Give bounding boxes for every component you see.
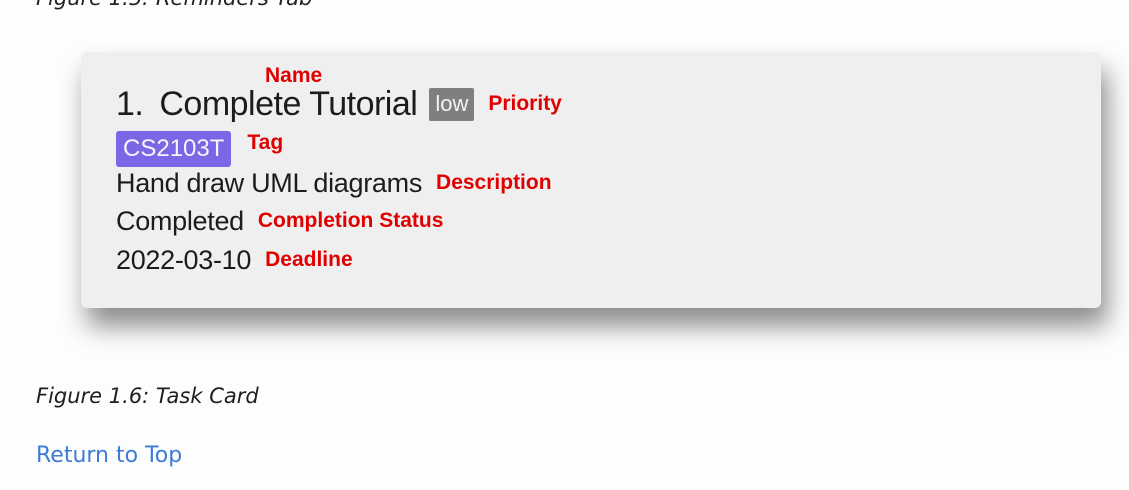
- tag-badge: CS2103T: [116, 131, 232, 167]
- previous-figure-caption: Figure 1.5: Reminders Tab: [36, 0, 312, 10]
- annotation-priority: Priority: [488, 92, 562, 115]
- annotation-tag: Tag: [247, 131, 284, 154]
- documentation-page: Figure 1.5: Reminders Tab Name 1. Comple…: [0, 0, 1129, 490]
- task-title-row: 1. Complete Tutorial low Priority: [116, 84, 562, 124]
- task-tag-row: CS2103T Tag: [116, 126, 284, 167]
- task-deadline: 2022-03-10: [116, 244, 252, 275]
- task-description-row: Hand draw UML diagrams Description: [116, 165, 552, 201]
- task-status-row: Completed Completion Status: [116, 203, 443, 239]
- task-description: Hand draw UML diagrams: [116, 167, 423, 198]
- task-card-figure: Name 1. Complete Tutorial low Priority C…: [81, 52, 1101, 308]
- annotation-description: Description: [436, 171, 552, 194]
- task-deadline-row: 2022-03-10 Deadline: [116, 242, 353, 278]
- figure-caption: Figure 1.6: Task Card: [36, 384, 259, 408]
- priority-badge: low: [429, 87, 475, 121]
- task-completion-status: Completed: [116, 205, 244, 236]
- annotation-deadline: Deadline: [265, 248, 353, 271]
- task-index: 1.: [116, 84, 144, 123]
- return-to-top-link[interactable]: Return to Top: [36, 443, 182, 468]
- task-name: Complete Tutorial: [159, 84, 418, 123]
- annotation-completion-status: Completion Status: [257, 209, 444, 232]
